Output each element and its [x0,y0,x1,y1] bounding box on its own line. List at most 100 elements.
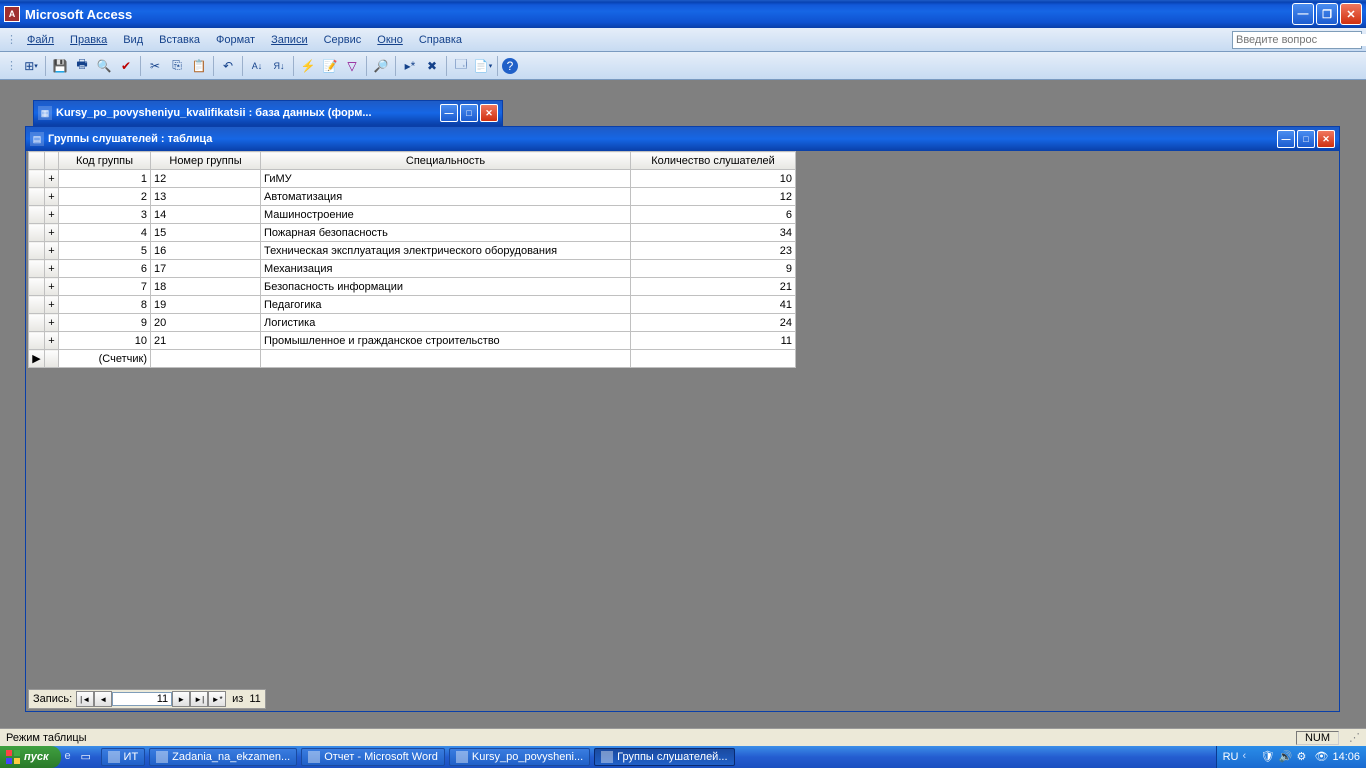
copy-button[interactable]: ⎘ [167,56,187,76]
find-button[interactable]: 🔎 [371,56,391,76]
clock[interactable]: 14:06 [1332,751,1360,763]
table-row[interactable]: +1021Промышленное и гражданское строител… [29,332,796,350]
cell-qty[interactable]: 9 [631,260,796,278]
expand-button[interactable]: + [45,260,59,278]
cell-code[interactable]: 5 [59,242,151,260]
cell-qty[interactable]: 41 [631,296,796,314]
menu-format[interactable]: Формат [208,31,263,49]
show-desktop-icon[interactable]: ▭ [81,750,95,764]
menu-window[interactable]: Окно [369,31,411,49]
col-header-num[interactable]: Номер группы [151,152,261,170]
cell-qty[interactable]: 34 [631,224,796,242]
help-search-input[interactable] [1233,34,1366,46]
table-minimize-button[interactable]: — [1277,130,1295,148]
tray-icon-1[interactable]: 🛡 [1260,750,1274,764]
row-selector[interactable] [29,278,45,296]
cell-qty[interactable]: 10 [631,170,796,188]
row-selector[interactable] [29,296,45,314]
cell-qty[interactable]: 21 [631,278,796,296]
cell-spec[interactable]: Логистика [261,314,631,332]
table-row[interactable]: +516Техническая эксплуатация электрическ… [29,242,796,260]
menu-tools[interactable]: Сервис [316,31,370,49]
expand-button[interactable] [45,350,59,368]
status-resize-grip[interactable]: ⋰ [1349,731,1360,745]
ie-icon[interactable]: e [65,750,79,764]
sort-desc-button[interactable]: Я↓ [269,56,289,76]
table-row[interactable]: +112ГиМУ10 [29,170,796,188]
table-titlebar[interactable]: ▤ Группы слушателей : таблица — □ ✕ [26,127,1339,151]
current-row-indicator[interactable]: ▶ [29,350,45,368]
cell-num[interactable]: 13 [151,188,261,206]
table-row[interactable]: +415Пожарная безопасность34 [29,224,796,242]
menu-view[interactable]: Вид [115,31,151,49]
cell-spec[interactable] [261,350,631,368]
tray-icon-3[interactable]: ⚙ [1296,750,1310,764]
cell-num[interactable]: 21 [151,332,261,350]
cell-code[interactable]: 8 [59,296,151,314]
cell-spec[interactable]: Пожарная безопасность [261,224,631,242]
cell-num[interactable]: 18 [151,278,261,296]
cell-num[interactable]: 20 [151,314,261,332]
help-button[interactable]: ? [502,58,518,74]
nav-last-button[interactable]: ►| [190,691,208,707]
tray-icon-2[interactable]: 🔊 [1278,750,1292,764]
subdatasheet-header[interactable] [45,152,59,170]
cell-num[interactable]: 17 [151,260,261,278]
cell-qty[interactable]: 11 [631,332,796,350]
expand-button[interactable]: + [45,242,59,260]
menubar-grip[interactable]: ⋮ [4,33,19,46]
expand-button[interactable]: + [45,170,59,188]
nav-first-button[interactable]: |◄ [76,691,94,707]
tray-icon-4[interactable]: 👁 [1314,750,1328,764]
nav-new-button[interactable]: ►* [208,691,226,707]
expand-button[interactable]: + [45,188,59,206]
menu-insert[interactable]: Вставка [151,31,208,49]
row-selector[interactable] [29,332,45,350]
cell-code[interactable]: 2 [59,188,151,206]
cell-code[interactable]: 6 [59,260,151,278]
cell-spec[interactable]: Автоматизация [261,188,631,206]
cell-qty[interactable]: 6 [631,206,796,224]
maximize-button[interactable]: ❐ [1316,3,1338,25]
cell-spec[interactable]: Безопасность информации [261,278,631,296]
db-close-button[interactable]: ✕ [480,104,498,122]
cell-code[interactable]: 1 [59,170,151,188]
cell-spec[interactable]: Педагогика [261,296,631,314]
cell-code[interactable]: 3 [59,206,151,224]
table-row[interactable]: +718Безопасность информации21 [29,278,796,296]
col-header-code[interactable]: Код группы [59,152,151,170]
expand-button[interactable]: + [45,296,59,314]
row-selector[interactable] [29,224,45,242]
delete-record-button[interactable]: ✖ [422,56,442,76]
spellcheck-button[interactable]: ✔ [116,56,136,76]
cell-qty[interactable] [631,350,796,368]
nav-prev-button[interactable]: ◄ [94,691,112,707]
view-button[interactable]: ⊞▾ [21,56,41,76]
taskbar-item[interactable]: Отчет - Microsoft Word [301,748,445,766]
close-button[interactable]: ✕ [1340,3,1362,25]
cell-spec[interactable]: Машиностроение [261,206,631,224]
cell-qty[interactable]: 23 [631,242,796,260]
row-selector[interactable] [29,188,45,206]
table-row[interactable]: +617Механизация9 [29,260,796,278]
filter-selection-button[interactable]: ⚡ [298,56,318,76]
expand-button[interactable]: + [45,224,59,242]
tray-chevron-icon[interactable]: ‹ [1242,750,1256,764]
cut-button[interactable]: ✂ [145,56,165,76]
minimize-button[interactable]: — [1292,3,1314,25]
row-selector[interactable] [29,242,45,260]
row-selector[interactable] [29,206,45,224]
cell-code[interactable]: 4 [59,224,151,242]
menu-edit[interactable]: Правка [62,31,115,49]
cell-qty[interactable]: 12 [631,188,796,206]
menu-file[interactable]: Файл [19,31,62,49]
row-selector[interactable] [29,314,45,332]
table-row[interactable]: +920Логистика24 [29,314,796,332]
paste-button[interactable]: 📋 [189,56,209,76]
cell-num[interactable]: 12 [151,170,261,188]
db-minimize-button[interactable]: — [440,104,458,122]
table-row[interactable]: +819Педагогика41 [29,296,796,314]
new-record-button[interactable]: ▸* [400,56,420,76]
row-selector-header[interactable] [29,152,45,170]
database-window[interactable]: ▦ Kursy_po_povysheniyu_kvalifikatsii : б… [33,100,503,126]
